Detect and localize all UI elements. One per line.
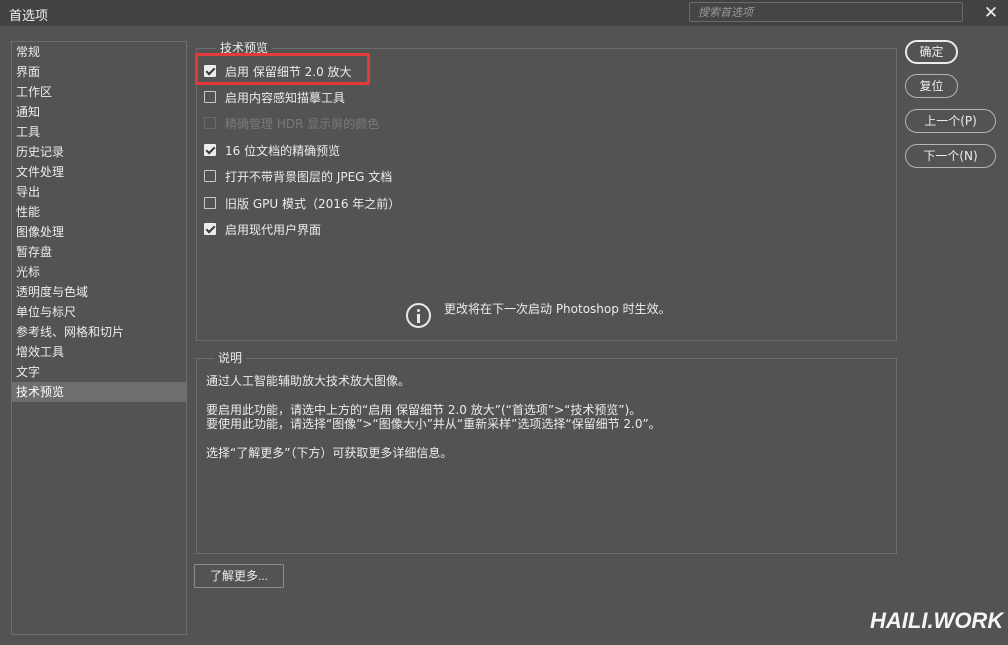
option-preserve-details-2-upscale[interactable]: 启用 保留细节 2.0 放大 (204, 63, 352, 79)
sidebar-item-image-processing[interactable]: 图像处理 (12, 222, 186, 242)
preferences-sidebar: 常规 界面 工作区 通知 工具 历史记录 文件处理 导出 性能 图像处理 暂存盘… (11, 41, 187, 635)
sidebar-item-technology-previews[interactable]: 技术预览 (12, 382, 186, 402)
description-line: 通过人工智能辅助放大技术放大图像。 (206, 374, 411, 388)
description-line: 要使用此功能，请选择“图像”>“图像大小”并从“重新采样”选项选择“保留细节 2… (206, 417, 661, 431)
option-label: 精确管理 HDR 显示屏的颜色 (225, 116, 380, 131)
option-label: 打开不带背景图层的 JPEG 文档 (225, 169, 393, 184)
sidebar-item-general[interactable]: 常规 (12, 42, 186, 62)
option-jpeg-without-background[interactable]: 打开不带背景图层的 JPEG 文档 (204, 168, 392, 184)
previous-button[interactable]: 上一个(P) (905, 109, 996, 133)
option-16bit-precise-preview[interactable]: 16 位文档的精确预览 (204, 142, 340, 158)
sidebar-item-performance[interactable]: 性能 (12, 202, 186, 222)
checkbox-disabled-icon (204, 117, 216, 129)
description-group-label: 说明 (214, 349, 247, 366)
technology-previews-group-label: 技术预览 (216, 39, 273, 56)
checkbox-checked-icon[interactable] (204, 223, 216, 235)
sidebar-item-export[interactable]: 导出 (12, 182, 186, 202)
close-icon[interactable]: ✕ (980, 3, 1002, 23)
checkbox-checked-icon[interactable] (204, 65, 216, 77)
checkbox-unchecked-icon[interactable] (204, 197, 216, 209)
checkbox-unchecked-icon[interactable] (204, 91, 216, 103)
checkbox-checked-icon[interactable] (204, 144, 216, 156)
sidebar-item-history[interactable]: 历史记录 (12, 142, 186, 162)
sidebar-item-workspace[interactable]: 工作区 (12, 82, 186, 102)
checkbox-unchecked-icon[interactable] (204, 170, 216, 182)
sidebar-item-units-rulers[interactable]: 单位与标尺 (12, 302, 186, 322)
ok-button[interactable]: 确定 (905, 40, 958, 64)
reset-button[interactable]: 复位 (905, 74, 958, 98)
sidebar-item-scratch-disks[interactable]: 暂存盘 (12, 242, 186, 262)
sidebar-item-guides-grid-slices[interactable]: 参考线、网格和切片 (12, 322, 186, 342)
learn-more-button[interactable]: 了解更多... (194, 564, 284, 588)
option-label: 启用现代用户界面 (225, 222, 322, 237)
window-title: 首选项 (9, 9, 49, 24)
option-hdr-display-color: 精确管理 HDR 显示屏的颜色 (204, 115, 379, 131)
sidebar-item-file-handling[interactable]: 文件处理 (12, 162, 186, 182)
sidebar-item-transparency-gamut[interactable]: 透明度与色域 (12, 282, 186, 302)
option-content-aware-tracing-tool[interactable]: 启用内容感知描摹工具 (204, 89, 345, 105)
option-label: 旧版 GPU 模式（2016 年之前） (225, 196, 401, 211)
search-input[interactable] (689, 2, 963, 22)
watermark-text: HAILI.WORK (870, 608, 1004, 633)
option-legacy-gpu-mode[interactable]: 旧版 GPU 模式（2016 年之前） (204, 195, 400, 211)
sidebar-item-interface[interactable]: 界面 (12, 62, 186, 82)
option-label: 启用 保留细节 2.0 放大 (225, 64, 352, 79)
sidebar-item-cursors[interactable]: 光标 (12, 262, 186, 282)
sidebar-item-type[interactable]: 文字 (12, 362, 186, 382)
title-bar: 首选项 ✕ (0, 0, 1008, 26)
description-line: 选择“了解更多”（下方）可获取更多详细信息。 (206, 446, 453, 460)
sidebar-item-notifications[interactable]: 通知 (12, 102, 186, 122)
next-button[interactable]: 下一个(N) (905, 144, 996, 168)
option-label: 16 位文档的精确预览 (225, 143, 341, 158)
sidebar-item-plugins[interactable]: 增效工具 (12, 342, 186, 362)
info-icon (406, 303, 431, 328)
option-modern-ui[interactable]: 启用现代用户界面 (204, 221, 321, 237)
sidebar-item-tools[interactable]: 工具 (12, 122, 186, 142)
option-label: 启用内容感知描摹工具 (225, 90, 346, 105)
restart-notice: 更改将在下一次启动 Photoshop 时生效。 (444, 302, 671, 316)
